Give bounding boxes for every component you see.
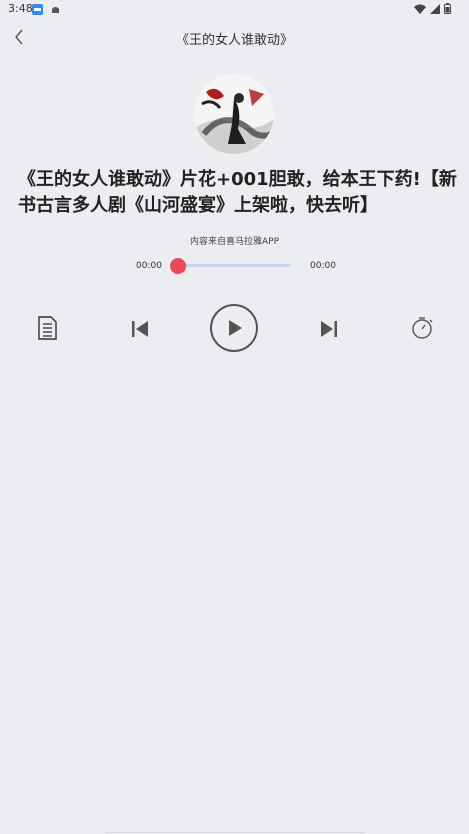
nav-bar: 《王的女人谁敢动》 bbox=[0, 22, 469, 54]
status-time: 3:48 bbox=[8, 2, 33, 15]
next-button[interactable] bbox=[316, 316, 342, 342]
skip-previous-icon bbox=[132, 321, 148, 337]
album-cover bbox=[194, 74, 274, 154]
playlist-button[interactable] bbox=[34, 314, 60, 342]
play-button[interactable] bbox=[210, 304, 258, 352]
episode-title: 《王的女人谁敢动》片花+001胆敢，给本王下药!【新书古言多人剧《山河盛宴》上架… bbox=[18, 169, 457, 216]
progress-thumb[interactable] bbox=[170, 258, 186, 274]
playback-controls bbox=[0, 304, 469, 354]
progress-bar[interactable] bbox=[176, 264, 291, 267]
source-note: 内容来自喜马拉雅APP bbox=[189, 237, 279, 247]
cover-artwork bbox=[194, 74, 274, 154]
current-time: 00:00 bbox=[136, 261, 162, 271]
total-time: 00:00 bbox=[310, 261, 336, 271]
status-icons bbox=[414, 3, 451, 14]
play-icon bbox=[229, 320, 242, 336]
previous-button[interactable] bbox=[127, 316, 153, 342]
wifi-icon bbox=[414, 4, 426, 14]
android-notification-icon bbox=[52, 7, 59, 13]
battery-icon bbox=[444, 3, 451, 14]
page-title: 《王的女人谁敢动》 bbox=[175, 33, 293, 48]
app-notification-icon bbox=[32, 4, 43, 15]
playlist-icon bbox=[38, 316, 57, 340]
skip-next-icon bbox=[321, 321, 337, 337]
navigation-handle[interactable] bbox=[105, 832, 365, 833]
status-bar: 3:48 bbox=[0, 0, 469, 20]
sleep-timer-button[interactable] bbox=[409, 315, 435, 341]
timer-icon bbox=[412, 317, 433, 339]
signal-icon bbox=[430, 3, 440, 14]
